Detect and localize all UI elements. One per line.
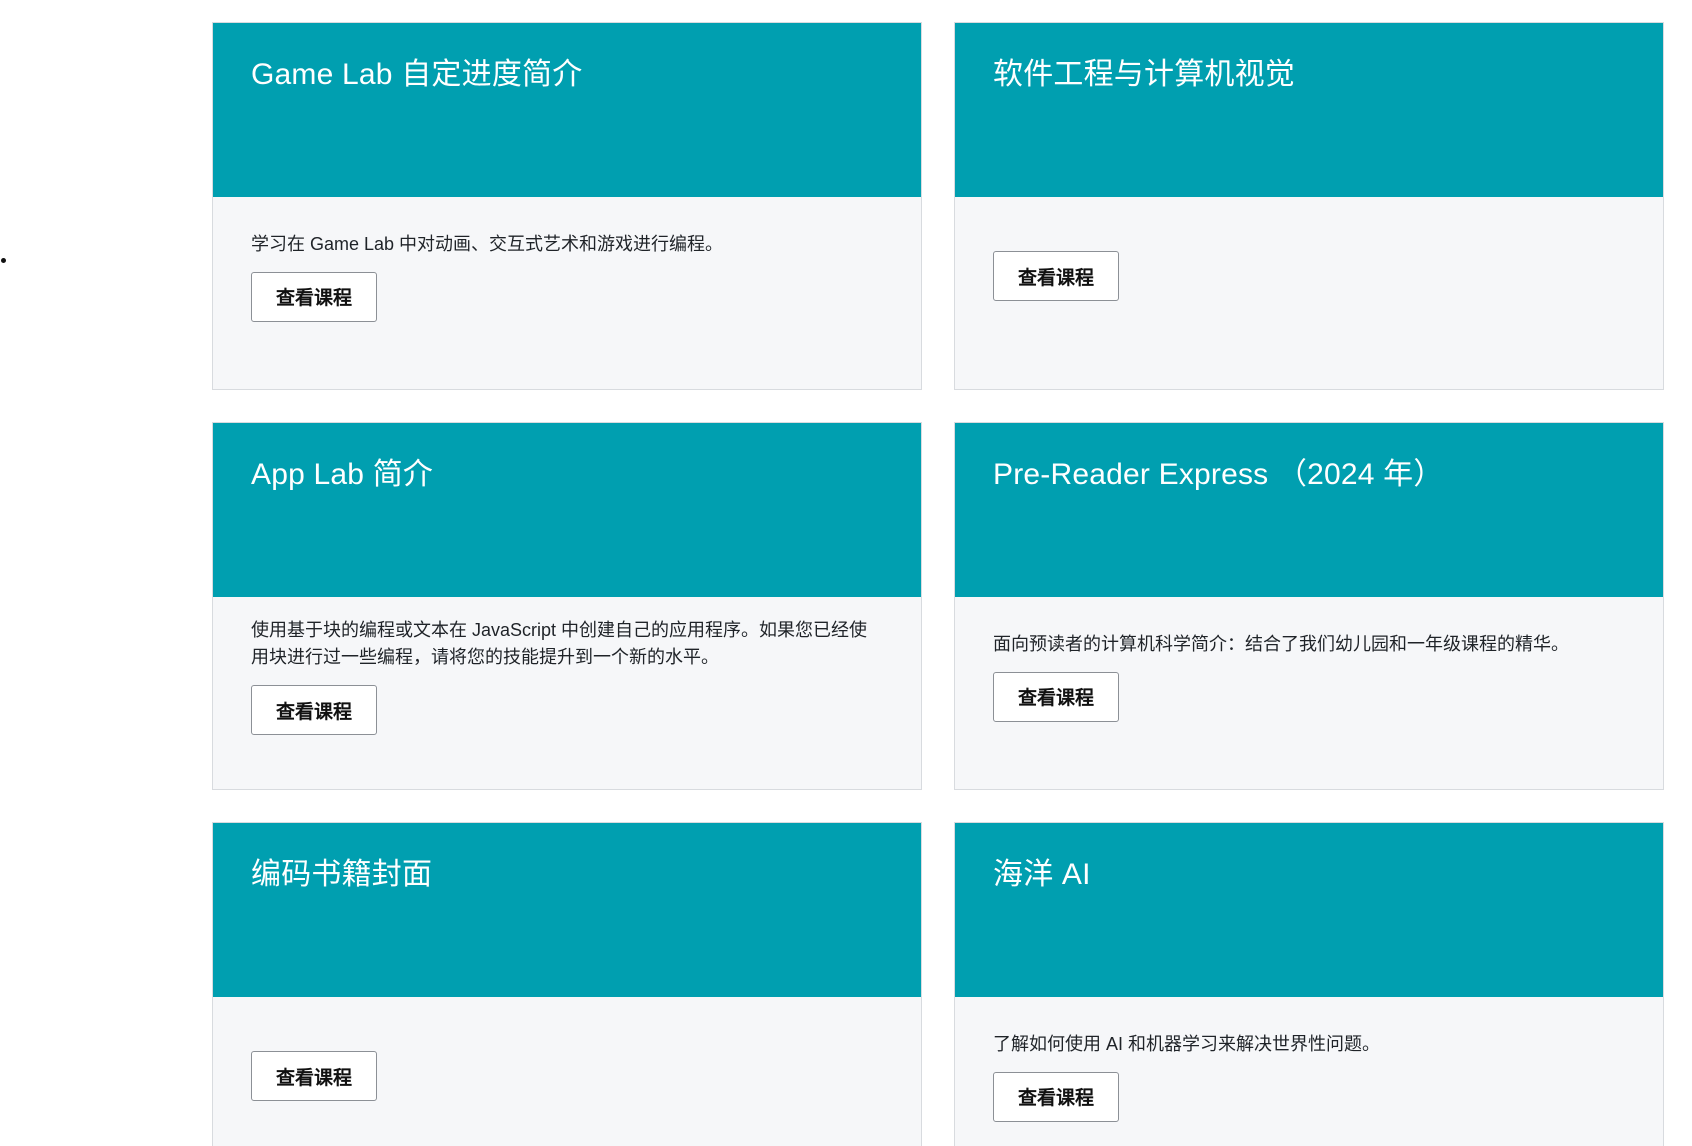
course-card-header: Game Lab 自定进度简介 [213,23,921,197]
course-card-header: 海洋 AI [955,823,1663,997]
course-title: 编码书籍封面 [251,858,433,891]
course-card-header: 软件工程与计算机视觉 [955,23,1663,197]
course-description: 学习在 Game Lab 中对动画、交互式艺术和游戏进行编程。 [251,233,724,254]
course-card: App Lab 简介 使用基于块的编程或文本在 JavaScript 中创建自己… [212,422,922,790]
view-course-button[interactable]: 查看课程 [993,251,1120,301]
course-card: Pre-Reader Express （2024 年） 面向预读者的计算机科学简… [954,422,1664,790]
course-grid: Game Lab 自定进度简介 学习在 Game Lab 中对动画、交互式艺术和… [212,22,1664,1146]
list-bullet-icon [1,258,6,263]
course-title: 软件工程与计算机视觉 [993,58,1295,91]
view-course-button[interactable]: 查看课程 [993,671,1120,722]
view-course-button[interactable]: 查看课程 [251,271,378,322]
course-card-body: 查看课程 [213,997,921,1146]
course-card-header: 编码书籍封面 [213,823,921,997]
course-description: 使用基于块的编程或文本在 JavaScript 中创建自己的应用程序。如果您已经… [251,620,868,667]
course-card: 编码书籍封面 查看课程 [212,822,922,1146]
course-title: App Lab 简介 [251,458,434,491]
course-card: 软件工程与计算机视觉 查看课程 [954,22,1664,390]
view-course-button[interactable]: 查看课程 [251,685,378,735]
course-title: 海洋 AI [993,858,1091,891]
course-description: 面向预读者的计算机科学简介：结合了我们幼儿园和一年级课程的精华。 [993,633,1569,654]
course-card: 海洋 AI 了解如何使用 AI 和机器学习来解决世界性问题。 查看课程 [954,822,1664,1146]
view-course-button[interactable]: 查看课程 [251,1051,378,1101]
course-card-body: 了解如何使用 AI 和机器学习来解决世界性问题。 查看课程 [955,997,1663,1146]
course-card-header: App Lab 简介 [213,423,921,597]
course-card-header: Pre-Reader Express （2024 年） [955,423,1663,597]
course-title: Pre-Reader Express （2024 年） [993,458,1444,491]
course-card-body: 学习在 Game Lab 中对动画、交互式艺术和游戏进行编程。 查看课程 [213,197,921,389]
course-description: 了解如何使用 AI 和机器学习来解决世界性问题。 [993,1033,1381,1054]
course-list-page: Game Lab 自定进度简介 学习在 Game Lab 中对动画、交互式艺术和… [0,0,1692,1146]
course-card: Game Lab 自定进度简介 学习在 Game Lab 中对动画、交互式艺术和… [212,22,922,390]
course-card-body: 使用基于块的编程或文本在 JavaScript 中创建自己的应用程序。如果您已经… [213,597,921,789]
course-title: Game Lab 自定进度简介 [251,58,583,91]
course-card-body: 查看课程 [955,197,1663,389]
course-card-body: 面向预读者的计算机科学简介：结合了我们幼儿园和一年级课程的精华。 查看课程 [955,597,1663,789]
view-course-button[interactable]: 查看课程 [993,1071,1120,1122]
